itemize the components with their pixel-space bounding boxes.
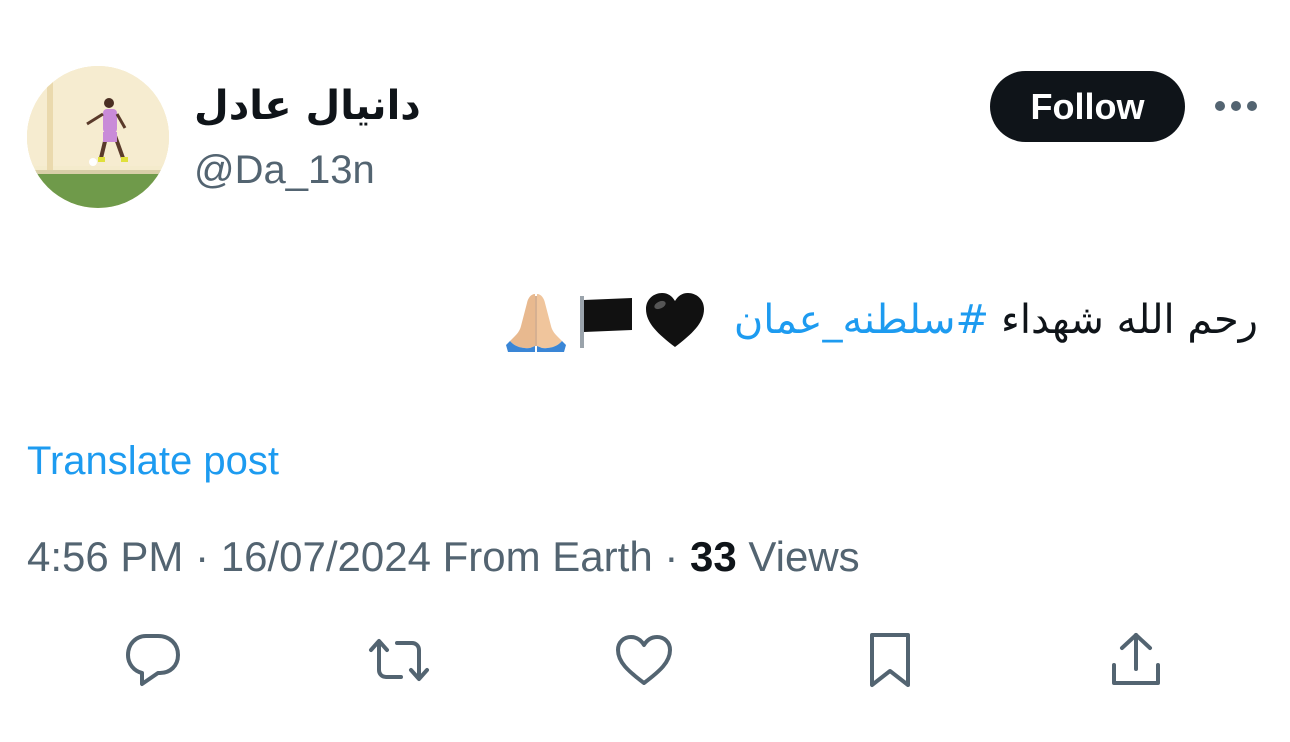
more-options-button[interactable] [1210,86,1262,126]
repost-button[interactable] [367,628,431,692]
follow-button[interactable]: Follow [990,71,1185,142]
post-emojis [504,288,706,352]
black-heart-icon [645,293,704,347]
post-body-text: رحم الله شهداء [1001,297,1258,343]
hashtag-link[interactable]: #سلطنه_عمان [734,288,989,352]
reply-icon [126,634,180,686]
folded-hands-icon [505,294,566,352]
share-button[interactable] [1104,628,1168,692]
action-bar [0,628,1290,692]
author-handle[interactable]: @Da_13n [194,146,375,194]
post-time[interactable]: 4:56 PM [27,533,183,580]
author-display-name[interactable]: دانيال عادل [194,80,421,132]
post-date[interactable]: 16/07/2024 [221,533,431,580]
bookmark-icon [870,633,910,687]
black-flag-icon [579,296,632,348]
post-text: رحم الله شهداء #سلطنه_عمان [504,288,1258,352]
avatar-image [27,66,169,208]
post-metadata: 4:56 PM · 16/07/2024 From Earth · 33 Vie… [27,530,860,584]
more-icon [1215,101,1257,111]
meta-separator: · [652,533,691,580]
translate-post-link[interactable]: Translate post [27,436,279,486]
views-label: Views [736,533,860,580]
reply-button[interactable] [121,628,185,692]
like-button[interactable] [612,628,676,692]
avatar[interactable] [27,66,169,208]
like-icon [616,635,672,685]
bookmark-button[interactable] [858,628,922,692]
views-count[interactable]: 33 [690,533,737,580]
meta-separator: · [183,533,221,580]
share-icon [1112,633,1160,685]
post-source: From Earth [430,533,653,580]
repost-icon [369,639,429,681]
